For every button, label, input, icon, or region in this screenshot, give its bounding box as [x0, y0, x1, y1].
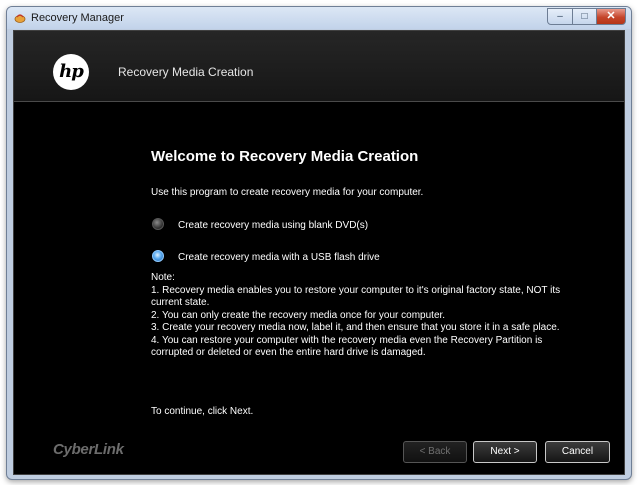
- continue-instruction: To continue, click Next.: [151, 406, 254, 417]
- wizard-content: hp Recovery Media Creation Welcome to Re…: [13, 30, 625, 475]
- hp-logo: hp: [53, 54, 89, 90]
- back-button[interactable]: < Back: [403, 441, 467, 463]
- close-button[interactable]: ✕: [596, 8, 626, 25]
- next-button[interactable]: Next >: [473, 441, 537, 463]
- header-title: Recovery Media Creation: [118, 65, 254, 79]
- close-icon: ✕: [606, 10, 616, 22]
- note-item: 4. You can restore your computer with th…: [151, 334, 543, 359]
- recovery-manager-app-icon: [14, 14, 26, 23]
- title-bar[interactable]: Recovery Manager – □ ✕: [7, 7, 631, 29]
- usb-option-radio[interactable]: [152, 250, 164, 262]
- usb-option-label[interactable]: Create recovery media with a USB flash d…: [178, 252, 380, 263]
- minimize-icon: –: [557, 11, 563, 22]
- hp-logo-text: hp: [59, 61, 84, 82]
- note-item: 3. Create your recovery media now, label…: [151, 322, 560, 333]
- cyberlink-logo: CyberLink: [53, 441, 124, 458]
- maximize-icon: □: [581, 11, 588, 22]
- dvd-option-radio[interactable]: [152, 218, 164, 230]
- wizard-header: hp Recovery Media Creation: [14, 31, 624, 102]
- note-item: 1. Recovery media enables you to restore…: [151, 284, 561, 309]
- notes-section: Note: 1. Recovery media enables you to r…: [151, 272, 571, 360]
- note-item: 2. You can only create the recovery medi…: [151, 309, 446, 321]
- intro-text: Use this program to create recovery medi…: [151, 187, 424, 198]
- cancel-button[interactable]: Cancel: [545, 441, 610, 463]
- recovery-manager-window: Recovery Manager – □ ✕ hp Recovery Media…: [6, 6, 632, 480]
- dvd-option-label[interactable]: Create recovery media using blank DVD(s): [178, 220, 368, 231]
- window-title: Recovery Manager: [31, 12, 124, 24]
- notes-heading: Note:: [151, 272, 175, 283]
- maximize-button[interactable]: □: [572, 8, 597, 25]
- page-title: Welcome to Recovery Media Creation: [151, 148, 419, 165]
- minimize-button[interactable]: –: [547, 8, 573, 25]
